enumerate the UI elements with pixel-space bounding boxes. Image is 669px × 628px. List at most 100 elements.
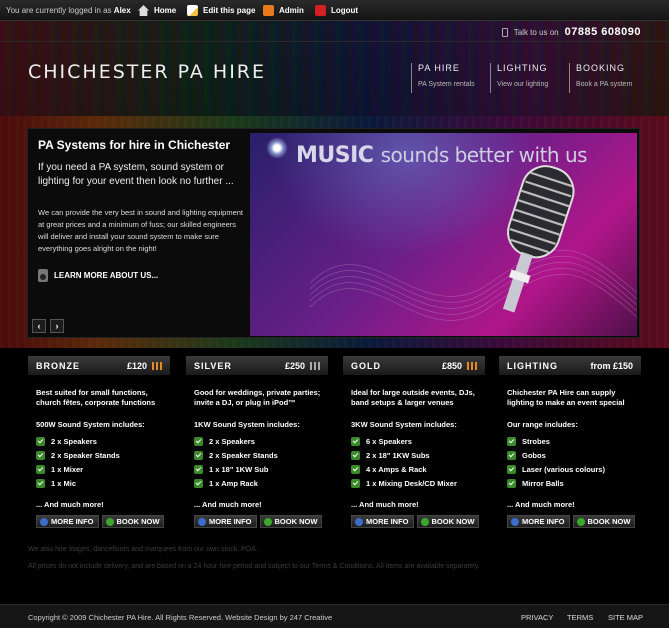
slider-next-button[interactable]: › <box>50 319 64 333</box>
admin-home-link[interactable]: Home <box>138 5 176 16</box>
package-more: ... And much more! <box>194 500 262 509</box>
login-user: Alex <box>113 6 131 15</box>
item-label: Laser (various colours) <box>522 464 605 474</box>
package-items: Strobes Gobos Laser (various colours) Mi… <box>507 434 641 490</box>
footer-terms-link[interactable]: TERMS <box>567 613 593 622</box>
package-description: Chichester PA Hire can supply lighting t… <box>507 388 625 407</box>
nav-booking-sub: Book a PA system <box>576 81 633 88</box>
level-bars-icon <box>152 361 162 370</box>
admin-admin-link[interactable]: Admin <box>263 5 304 16</box>
package-description: Good for weddings, private parties; invi… <box>194 388 321 407</box>
package-price: £120 <box>126 360 147 371</box>
check-icon <box>194 436 203 446</box>
nav-booking-title: BOOKING <box>576 63 626 73</box>
book-now-button[interactable]: BOOK NOW <box>101 515 165 528</box>
book-now-button[interactable]: BOOK NOW <box>416 515 480 528</box>
microphone-illustration <box>309 165 637 321</box>
more-info-button[interactable]: MORE INFO <box>36 515 99 528</box>
check-icon <box>507 478 516 488</box>
package-header: GOLD £850 <box>343 356 485 376</box>
book-now-button[interactable]: BOOK NOW <box>572 515 636 528</box>
admin-logout-link[interactable]: Logout <box>315 5 358 16</box>
list-item: Gobos <box>507 448 641 462</box>
package-more: ... And much more! <box>36 500 104 509</box>
package-more: ... And much more! <box>351 500 419 509</box>
book-now-label: BOOK NOW <box>116 517 160 526</box>
hero-section: PA Systems for hire in Chichester If you… <box>0 116 669 348</box>
check-icon <box>194 450 203 460</box>
more-info-button[interactable]: MORE INFO <box>194 515 257 528</box>
check-circle-icon <box>105 517 114 526</box>
admin-edit-link[interactable]: Edit this page <box>187 5 255 16</box>
site-logo[interactable]: CHICHESTER PA HIRE <box>28 61 266 83</box>
phone-contact: Talk to us on 07885 608090 <box>501 26 641 38</box>
package-header: BRONZE £120 <box>28 356 170 376</box>
pricing-note: All prices do not include delivery, and … <box>28 563 480 570</box>
logout-icon <box>315 5 326 16</box>
package-buttons: MORE INFO BOOK NOW <box>351 515 480 528</box>
package-price-wrap: from £150 <box>590 361 633 371</box>
item-label: 1 x Mic <box>51 478 77 488</box>
more-info-button[interactable]: MORE INFO <box>351 515 414 528</box>
item-label: 6 x Speakers <box>366 436 412 446</box>
learn-more-label: LEARN MORE ABOUT US... <box>54 271 159 280</box>
slider-prev-button[interactable]: ‹ <box>32 319 46 333</box>
item-label: 2 x Speaker Stands <box>209 450 278 460</box>
check-icon <box>36 464 45 474</box>
package-name: LIGHTING <box>507 360 558 371</box>
level-bars-icon <box>467 361 477 370</box>
list-item: 1 x Mixer <box>36 462 170 476</box>
list-item: Mirror Balls <box>507 476 641 490</box>
hero-title: PA Systems for hire in Chichester <box>38 138 231 152</box>
item-label: Strobes <box>522 436 550 446</box>
talk-prefix: Talk to us on <box>513 27 559 37</box>
package-price: £250 <box>284 360 305 371</box>
admin-edit-label: Edit this page <box>203 6 256 15</box>
nav-lighting[interactable]: LIGHTING View our lighting <box>490 63 548 93</box>
package-lighting: LIGHTING from £150 Chichester PA Hire ca… <box>499 356 641 534</box>
package-price-wrap: £850 <box>442 361 477 371</box>
check-icon <box>194 464 203 474</box>
list-item: Strobes <box>507 434 641 448</box>
info-icon <box>355 517 363 526</box>
check-icon <box>194 478 203 488</box>
package-silver: SILVER £250 Good for weddings, private p… <box>186 356 328 534</box>
nav-booking[interactable]: BOOKING Book a PA system <box>569 63 632 93</box>
check-icon <box>507 450 516 460</box>
check-icon <box>36 450 45 460</box>
check-circle-icon <box>263 517 272 526</box>
footer-privacy-link[interactable]: PRIVACY <box>521 613 553 622</box>
package-includes: 1KW Sound System includes: <box>194 420 300 429</box>
more-info-button[interactable]: MORE INFO <box>507 515 570 528</box>
list-item: 2 x 18" 1KW Subs <box>351 448 485 462</box>
item-label: 1 x Mixer <box>51 464 84 474</box>
item-label: 2 x Speaker Stands <box>51 450 120 460</box>
item-label: 1 x 18" 1KW Sub <box>209 464 269 474</box>
more-info-label: MORE INFO <box>209 517 252 526</box>
item-label: Gobos <box>522 450 546 460</box>
book-now-button[interactable]: BOOK NOW <box>259 515 323 528</box>
list-item: 2 x Speakers <box>194 434 328 448</box>
footer-sitemap-link[interactable]: SITE MAP <box>608 613 643 622</box>
more-info-label: MORE INFO <box>51 517 94 526</box>
list-item: 1 x 18" 1KW Sub <box>194 462 328 476</box>
item-label: 1 x Mixing Desk/CD Mixer <box>366 478 457 488</box>
book-now-label: BOOK NOW <box>274 517 318 526</box>
item-label: 2 x Speakers <box>209 436 255 446</box>
site-footer: Copyright © 2009 Chichester PA Hire. All… <box>0 604 669 628</box>
level-bars-icon <box>310 361 320 370</box>
slider-controls: ‹ › <box>32 319 64 333</box>
nav-pa-hire[interactable]: PA HIRE PA System rentals <box>411 63 475 93</box>
package-gold: GOLD £850 Ideal for large outside events… <box>343 356 485 534</box>
more-info-label: MORE INFO <box>522 517 565 526</box>
admin-bar: You are currently logged in as Alex Home… <box>0 0 669 21</box>
info-icon <box>511 517 519 526</box>
learn-more-link[interactable]: LEARN MORE ABOUT US... <box>38 269 158 282</box>
book-now-label: BOOK NOW <box>587 517 631 526</box>
copyright-text: Copyright © 2009 Chichester PA Hire. All… <box>28 613 333 622</box>
check-icon <box>507 464 516 474</box>
login-status-prefix: You are currently logged in as <box>6 6 112 15</box>
music-banner: MUSIC sounds better with us <box>250 133 637 336</box>
package-price: from £150 <box>590 360 633 371</box>
package-price-wrap: £120 <box>127 361 162 371</box>
